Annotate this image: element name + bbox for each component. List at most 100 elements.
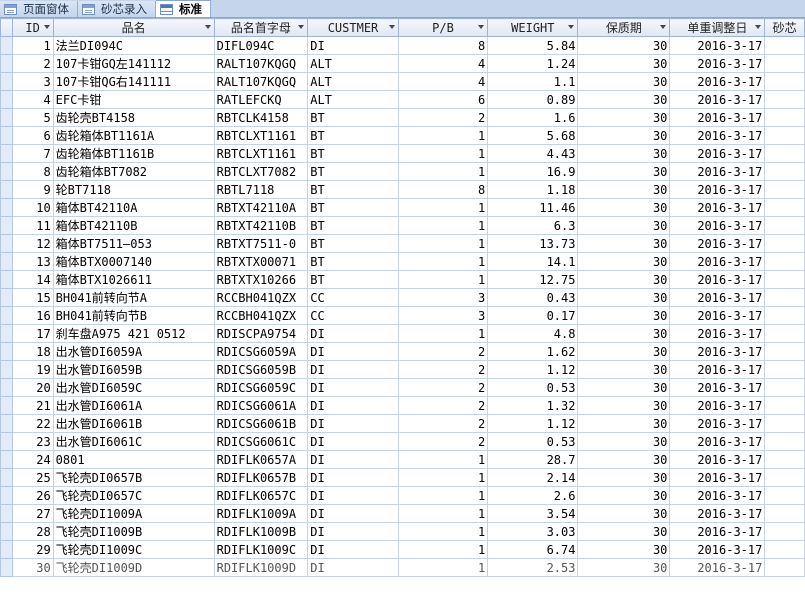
name-cell[interactable]: 出水管DI6059C <box>52 378 215 397</box>
customer-cell[interactable]: BT <box>307 198 399 217</box>
row-selector[interactable] <box>0 90 13 109</box>
shelf-life-cell[interactable]: 30 <box>577 126 671 145</box>
sand-core-cell[interactable] <box>764 414 805 433</box>
code-cell[interactable]: RDIFLK0657C <box>213 486 309 505</box>
sand-core-cell[interactable] <box>764 324 805 343</box>
id-cell[interactable]: 1 <box>11 36 54 55</box>
name-cell[interactable]: 法兰DI094C <box>52 36 215 55</box>
customer-cell[interactable]: DI <box>307 414 399 433</box>
shelf-life-cell[interactable]: 30 <box>577 306 671 325</box>
name-cell[interactable]: 飞轮壳DI1009A <box>52 504 215 523</box>
date-cell[interactable]: 2016-3-17 <box>669 252 766 271</box>
weight-cell[interactable]: 28.7 <box>487 450 579 469</box>
weight-cell[interactable]: 0.17 <box>487 306 579 325</box>
dropdown-arrow-icon[interactable] <box>478 25 485 29</box>
weight-cell[interactable]: 14.1 <box>487 252 579 271</box>
code-cell[interactable]: RDISCPA9754 <box>213 324 309 343</box>
id-cell[interactable]: 30 <box>11 558 54 577</box>
date-cell[interactable]: 2016-3-17 <box>669 162 766 181</box>
code-cell[interactable]: RBTCLXT1161 <box>213 126 309 145</box>
pb-cell[interactable]: 3 <box>397 306 489 325</box>
sand-core-cell[interactable] <box>764 126 805 145</box>
shelf-life-cell[interactable]: 30 <box>577 198 671 217</box>
name-cell[interactable]: BH041前转向节B <box>52 306 215 325</box>
sand-core-cell[interactable] <box>764 522 805 541</box>
shelf-life-cell[interactable]: 30 <box>577 486 671 505</box>
weight-cell[interactable]: 0.43 <box>487 288 579 307</box>
customer-cell[interactable]: DI <box>307 486 399 505</box>
name-cell[interactable]: 轮BT7118 <box>52 180 215 199</box>
sand-core-cell[interactable] <box>764 288 805 307</box>
weight-cell[interactable]: 11.46 <box>487 198 579 217</box>
code-cell[interactable]: RDICSG6059C <box>213 378 309 397</box>
shelf-life-cell[interactable]: 30 <box>577 360 671 379</box>
name-cell[interactable]: 齿轮箱体BT1161A <box>52 126 215 145</box>
sand-core-cell[interactable] <box>764 306 805 325</box>
customer-cell[interactable]: ALT <box>307 90 399 109</box>
row-selector[interactable] <box>0 234 13 253</box>
pb-cell[interactable]: 1 <box>397 234 489 253</box>
shelf-life-cell[interactable]: 30 <box>577 144 671 163</box>
dropdown-arrow-icon[interactable] <box>388 25 395 29</box>
name-cell[interactable]: 飞轮壳DI0657C <box>52 486 215 505</box>
column-header[interactable]: WEIGHT <box>487 18 579 37</box>
date-cell[interactable]: 2016-3-17 <box>669 36 766 55</box>
code-cell[interactable]: RDIFLK1009D <box>213 558 309 577</box>
row-selector[interactable] <box>0 162 13 181</box>
column-header[interactable]: 单重调整日 <box>669 18 766 37</box>
column-header[interactable]: P/B <box>397 18 489 37</box>
id-cell[interactable]: 17 <box>11 324 54 343</box>
pb-cell[interactable]: 1 <box>397 450 489 469</box>
name-cell[interactable]: 107卡钳QG右141111 <box>52 72 215 91</box>
weight-cell[interactable]: 1.62 <box>487 342 579 361</box>
name-cell[interactable]: 齿轮箱体BT1161B <box>52 144 215 163</box>
date-cell[interactable]: 2016-3-17 <box>669 216 766 235</box>
name-cell[interactable]: 箱体BTX0007140 <box>52 252 215 271</box>
customer-cell[interactable]: BT <box>307 270 399 289</box>
date-cell[interactable]: 2016-3-17 <box>669 396 766 415</box>
tab-2[interactable]: 标准 <box>156 0 211 17</box>
shelf-life-cell[interactable]: 30 <box>577 288 671 307</box>
shelf-life-cell[interactable]: 30 <box>577 216 671 235</box>
date-cell[interactable]: 2016-3-17 <box>669 504 766 523</box>
sand-core-cell[interactable] <box>764 378 805 397</box>
sand-core-cell[interactable] <box>764 396 805 415</box>
id-cell[interactable]: 8 <box>11 162 54 181</box>
code-cell[interactable]: RBTCLXT1161 <box>213 144 309 163</box>
row-selector[interactable] <box>0 288 13 307</box>
id-cell[interactable]: 24 <box>11 450 54 469</box>
sand-core-cell[interactable] <box>764 252 805 271</box>
id-cell[interactable]: 11 <box>11 216 54 235</box>
shelf-life-cell[interactable]: 30 <box>577 162 671 181</box>
row-selector[interactable] <box>0 360 13 379</box>
pb-cell[interactable]: 1 <box>397 522 489 541</box>
dropdown-arrow-icon[interactable] <box>298 25 305 29</box>
shelf-life-cell[interactable]: 30 <box>577 414 671 433</box>
customer-cell[interactable]: DI <box>307 522 399 541</box>
column-header[interactable]: 砂芯 <box>764 18 805 37</box>
date-cell[interactable]: 2016-3-17 <box>669 288 766 307</box>
row-selector[interactable] <box>0 540 13 559</box>
id-cell[interactable]: 12 <box>11 234 54 253</box>
code-cell[interactable]: RCCBH041QZX <box>213 306 309 325</box>
date-cell[interactable]: 2016-3-17 <box>669 360 766 379</box>
date-cell[interactable]: 2016-3-17 <box>669 90 766 109</box>
name-cell[interactable]: 箱体BT42110B <box>52 216 215 235</box>
date-cell[interactable]: 2016-3-17 <box>669 468 766 487</box>
id-cell[interactable]: 26 <box>11 486 54 505</box>
sand-core-cell[interactable] <box>764 36 805 55</box>
sand-core-cell[interactable] <box>764 558 805 577</box>
weight-cell[interactable]: 12.75 <box>487 270 579 289</box>
row-selector[interactable] <box>0 54 13 73</box>
customer-cell[interactable]: CC <box>307 288 399 307</box>
weight-cell[interactable]: 1.18 <box>487 180 579 199</box>
sand-core-cell[interactable] <box>764 270 805 289</box>
shelf-life-cell[interactable]: 30 <box>577 234 671 253</box>
id-cell[interactable]: 27 <box>11 504 54 523</box>
customer-cell[interactable]: DI <box>307 396 399 415</box>
name-cell[interactable]: 出水管DI6061A <box>52 396 215 415</box>
customer-cell[interactable]: CC <box>307 306 399 325</box>
dropdown-arrow-icon[interactable] <box>660 25 667 29</box>
pb-cell[interactable]: 2 <box>397 108 489 127</box>
weight-cell[interactable]: 3.54 <box>487 504 579 523</box>
